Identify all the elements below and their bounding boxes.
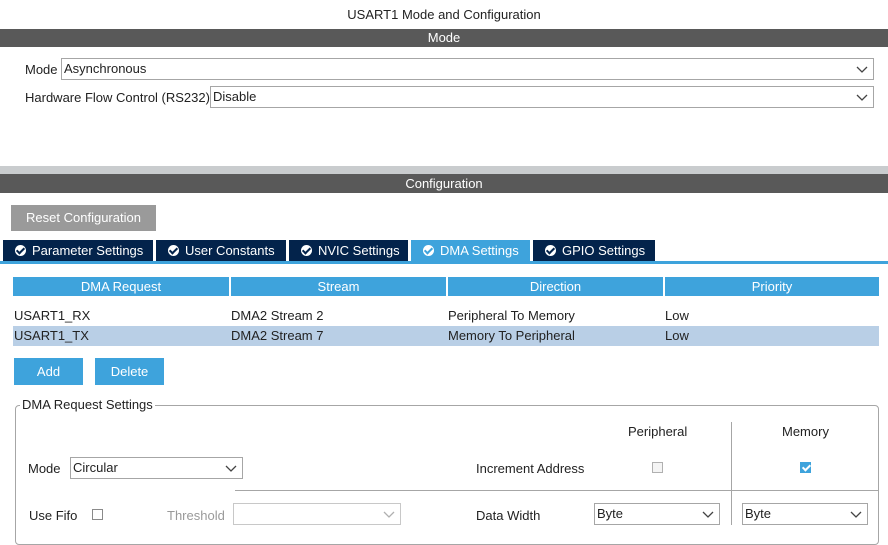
chevron-down-icon: [702, 511, 714, 518]
cell-priority: Low: [665, 308, 689, 323]
column-header-priority[interactable]: Priority: [665, 277, 879, 296]
mode-select-value: Asynchronous: [64, 61, 147, 76]
chevron-down-icon: [856, 94, 868, 101]
column-header-dma-request[interactable]: DMA Request: [13, 277, 229, 296]
tab-gpio-settings[interactable]: GPIO Settings: [533, 240, 655, 262]
dma-mode-select[interactable]: Circular: [70, 457, 243, 479]
chevron-down-icon: [383, 511, 395, 518]
data-width-label: Data Width: [476, 508, 541, 523]
config-tabs: Parameter Settings User Constants NVIC S…: [0, 240, 888, 262]
configuration-section-header: Configuration: [0, 174, 888, 193]
tab-dma-settings[interactable]: DMA Settings: [411, 240, 530, 262]
cell-priority: Low: [665, 328, 689, 343]
flow-control-select-value: Disable: [213, 89, 257, 104]
dma-mode-label: Mode: [28, 461, 61, 476]
column-header-direction[interactable]: Direction: [448, 277, 663, 296]
flow-control-select[interactable]: Disable: [210, 86, 874, 108]
cell-direction: Peripheral To Memory: [448, 308, 575, 323]
increment-address-label: Increment Address: [476, 461, 585, 476]
check-circle-icon: [545, 245, 556, 256]
use-fifo-label: Use Fifo: [29, 508, 78, 523]
threshold-select[interactable]: [233, 503, 401, 525]
memory-data-width-value: Byte: [745, 506, 772, 521]
window-title: USART1 Mode and Configuration: [347, 7, 541, 22]
tab-label: Parameter Settings: [32, 243, 144, 258]
chevron-down-icon: [850, 511, 862, 518]
check-circle-icon: [423, 245, 434, 256]
cell-direction: Memory To Peripheral: [448, 328, 575, 343]
chevron-down-icon: [856, 66, 868, 73]
memory-increment-checkbox[interactable]: [800, 462, 811, 473]
memory-data-width-select[interactable]: Byte: [742, 503, 868, 525]
tab-nvic-settings[interactable]: NVIC Settings: [289, 240, 408, 262]
mode-section-header: Mode: [0, 29, 888, 47]
use-fifo-checkbox[interactable]: [92, 509, 103, 520]
check-circle-icon: [168, 245, 179, 256]
column-header-stream[interactable]: Stream: [231, 277, 446, 296]
table-row[interactable]: USART1_RX DMA2 Stream 2 Peripheral To Me…: [13, 306, 879, 326]
tab-label: User Constants: [185, 243, 275, 258]
threshold-label: Threshold: [167, 508, 225, 523]
tab-parameter-settings[interactable]: Parameter Settings: [3, 240, 153, 262]
chevron-down-icon: [225, 465, 237, 472]
dma-request-settings-legend: DMA Request Settings: [20, 397, 155, 412]
peripheral-data-width-select[interactable]: Byte: [594, 503, 720, 525]
delete-button[interactable]: Delete: [95, 358, 164, 385]
mode-select[interactable]: Asynchronous: [61, 58, 874, 80]
table-row-selected[interactable]: USART1_TX DMA2 Stream 7 Memory To Periph…: [13, 326, 879, 346]
cell-dma-request: USART1_RX: [14, 308, 91, 323]
peripheral-data-width-value: Byte: [597, 506, 624, 521]
cell-stream: DMA2 Stream 2: [231, 308, 324, 323]
dma-mode-select-value: Circular: [73, 460, 118, 475]
tab-label: DMA Settings: [440, 243, 519, 258]
peripheral-header: Peripheral: [628, 424, 688, 439]
tab-underline: [0, 261, 888, 264]
column-divider: [731, 422, 732, 525]
row-divider: [235, 490, 879, 491]
section-divider: [0, 166, 888, 174]
tab-label: GPIO Settings: [562, 243, 646, 258]
check-circle-icon: [301, 245, 312, 256]
peripheral-increment-checkbox[interactable]: [652, 462, 663, 473]
cell-dma-request: USART1_TX: [14, 328, 89, 343]
memory-header: Memory: [782, 424, 829, 439]
mode-label: Mode: [25, 62, 58, 77]
tab-label: NVIC Settings: [318, 243, 400, 258]
tab-user-constants[interactable]: User Constants: [156, 240, 286, 262]
cell-stream: DMA2 Stream 7: [231, 328, 324, 343]
check-circle-icon: [15, 245, 26, 256]
flow-control-label: Hardware Flow Control (RS232): [25, 90, 210, 105]
reset-configuration-button[interactable]: Reset Configuration: [11, 205, 156, 231]
add-button[interactable]: Add: [14, 358, 83, 385]
